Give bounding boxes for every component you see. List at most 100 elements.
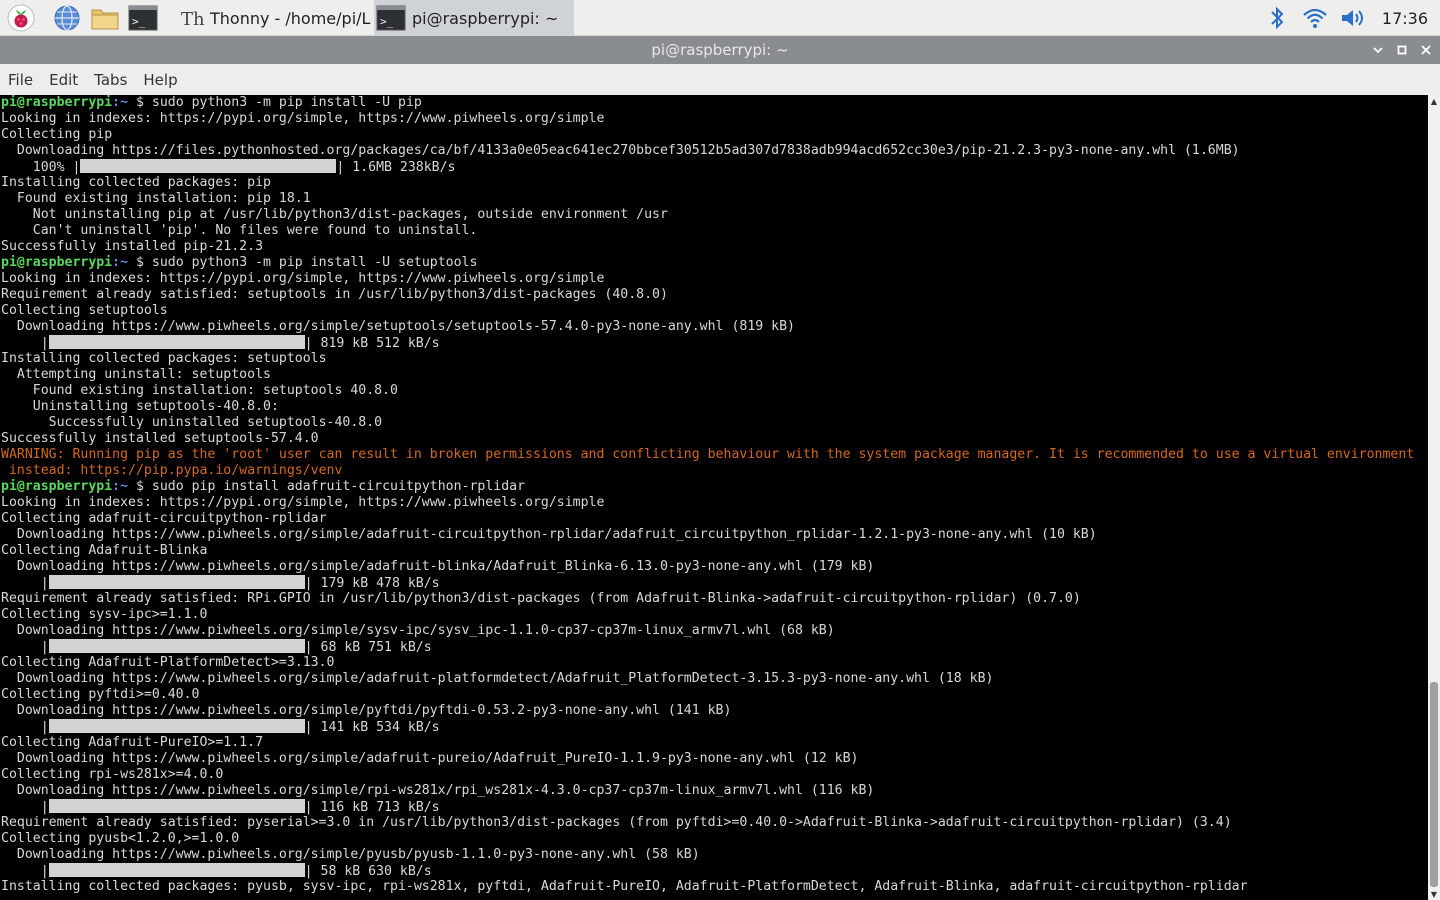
system-tray: 17:36 — [1264, 0, 1440, 36]
progress-line: | | 179 kB 478 kB/s — [1, 575, 1414, 591]
wifi-icon[interactable] — [1302, 5, 1328, 31]
web-browser-icon[interactable] — [52, 3, 82, 33]
task-terminal[interactable]: >_ pi@raspberrypi: ~ — [374, 0, 574, 36]
output-line: Downloading https://files.pythonhosted.o… — [1, 143, 1240, 158]
progress-suffix: | 68 kB 751 kB/s — [304, 640, 432, 655]
bluetooth-icon[interactable] — [1264, 5, 1290, 31]
menu-edit[interactable]: Edit — [41, 71, 86, 89]
progress-line: | | 58 kB 630 kB/s — [1, 863, 1414, 879]
progress-suffix: | 179 kB 478 kB/s — [304, 576, 440, 591]
progress-prefix: | — [1, 336, 49, 351]
output-line: Collecting Adafruit-Blinka — [1, 543, 208, 558]
svg-text:Th: Th — [181, 9, 204, 30]
progress-bar — [48, 799, 305, 813]
warning-line: instead: https://pip.pypa.io/warnings/ve… — [1, 463, 343, 478]
raspberry-pi-menu-icon[interactable] — [6, 3, 36, 33]
output-line: Requirement already satisfied: pyserial>… — [1, 815, 1232, 830]
output-line: Collecting pyusb<1.2.0,>=1.0.0 — [1, 831, 240, 846]
terminal-lines: pi@raspberrypi:~ $ sudo python3 -m pip i… — [1, 95, 1414, 895]
task-terminal-label: pi@raspberrypi: ~ — [412, 8, 559, 28]
output-line: Downloading https://www.piwheels.org/sim… — [1, 623, 835, 638]
progress-bar — [48, 575, 305, 589]
task-thonny-label: Thonny - /home/pi/L... — [210, 8, 372, 28]
output-line: Downloading https://www.piwheels.org/sim… — [1, 847, 700, 862]
output-line: Collecting Adafruit-PlatformDetect>=3.13… — [1, 655, 335, 670]
task-thonny[interactable]: Th Thonny - /home/pi/L... — [174, 0, 372, 36]
minimize-button[interactable] — [1368, 36, 1388, 64]
progress-line: 100% | | 1.6MB 238kB/s — [1, 159, 1414, 175]
progress-suffix: | 819 kB 512 kB/s — [304, 336, 440, 351]
output-line: Attempting uninstall: setuptools — [1, 367, 271, 382]
prompt-symbol: $ — [128, 95, 152, 110]
output-line: Installing collected packages: pyusb, sy… — [1, 879, 1248, 894]
prompt-path: :~ — [112, 255, 129, 270]
output-line: Downloading https://www.piwheels.org/sim… — [1, 751, 859, 766]
output-line: Downloading https://www.piwheels.org/sim… — [1, 783, 875, 798]
maximize-button[interactable] — [1392, 36, 1412, 64]
progress-suffix: | 141 kB 534 kB/s — [304, 720, 440, 735]
output-line: Successfully uninstalled setuptools-40.8… — [1, 415, 383, 430]
output-line: Downloading https://www.piwheels.org/sim… — [1, 559, 875, 574]
output-line: Looking in indexes: https://pypi.org/sim… — [1, 495, 605, 510]
output-line: Not uninstalling pip at /usr/lib/python3… — [1, 207, 668, 222]
progress-prefix: | — [1, 800, 49, 815]
command-text: sudo python3 -m pip install -U setuptool… — [151, 255, 478, 270]
output-line: Downloading https://www.piwheels.org/sim… — [1, 671, 994, 686]
progress-suffix: | 58 kB 630 kB/s — [304, 864, 432, 879]
progress-bar — [80, 159, 337, 173]
file-manager-icon[interactable] — [90, 3, 120, 33]
output-line: Collecting rpi-ws281x>=4.0.0 — [1, 767, 224, 782]
progress-bar — [48, 335, 305, 349]
progress-prefix: | — [1, 576, 49, 591]
output-line: Collecting Adafruit-PureIO>=1.1.7 — [1, 735, 264, 750]
output-line: Collecting pyftdi>=0.40.0 — [1, 687, 200, 702]
menu-file[interactable]: File — [0, 71, 41, 89]
taskbar: >_ Th Thonny - /home/pi/L... >_ pi@raspb… — [0, 0, 1440, 36]
output-line: Downloading https://www.piwheels.org/sim… — [1, 527, 1097, 542]
prompt-user: pi@raspberrypi — [1, 255, 113, 270]
output-line: Collecting sysv-ipc>=1.1.0 — [1, 607, 208, 622]
output-line: Downloading https://www.piwheels.org/sim… — [1, 703, 732, 718]
command-text: sudo python3 -m pip install -U pip — [151, 95, 422, 110]
progress-bar — [48, 639, 305, 653]
scrollbar[interactable]: ▲ ▼ — [1428, 95, 1440, 900]
command-line: pi@raspberrypi:~ $ sudo python3 -m pip i… — [1, 255, 1414, 271]
window-titlebar[interactable]: pi@raspberrypi: ~ — [0, 36, 1440, 64]
svg-text:>_: >_ — [380, 15, 394, 28]
scroll-down-arrow-icon[interactable]: ▼ — [1428, 888, 1440, 900]
menu-help[interactable]: Help — [135, 71, 185, 89]
progress-prefix: | — [1, 720, 49, 735]
prompt-user: pi@raspberrypi — [1, 479, 113, 494]
close-button[interactable] — [1416, 36, 1436, 64]
output-line: Successfully installed pip-21.2.3 — [1, 239, 264, 254]
progress-prefix: 100% | — [1, 160, 81, 175]
prompt-user: pi@raspberrypi — [1, 95, 113, 110]
scroll-up-arrow-icon[interactable]: ▲ — [1428, 95, 1440, 107]
volume-icon[interactable] — [1340, 5, 1366, 31]
terminal-output[interactable]: pi@raspberrypi:~ $ sudo python3 -m pip i… — [0, 95, 1428, 900]
scrollbar-thumb[interactable] — [1430, 682, 1438, 887]
progress-line: | | 116 kB 713 kB/s — [1, 799, 1414, 815]
progress-prefix: | — [1, 864, 49, 879]
warning-line: WARNING: Running pip as the 'root' user … — [1, 447, 1415, 462]
command-line: pi@raspberrypi:~ $ sudo pip install adaf… — [1, 479, 1414, 495]
terminal-icon: >_ — [376, 5, 406, 31]
prompt-symbol: $ — [128, 255, 152, 270]
progress-bar — [48, 863, 305, 877]
output-line: Requirement already satisfied: setuptool… — [1, 287, 668, 302]
output-line: Collecting setuptools — [1, 303, 168, 318]
terminal-launcher-icon[interactable]: >_ — [128, 3, 158, 33]
output-line: Looking in indexes: https://pypi.org/sim… — [1, 271, 605, 286]
output-line: Found existing installation: pip 18.1 — [1, 191, 311, 206]
prompt-path: :~ — [112, 95, 129, 110]
output-line: Collecting adafruit-circuitpython-rplida… — [1, 511, 327, 526]
command-line: pi@raspberrypi:~ $ sudo python3 -m pip i… — [1, 95, 1414, 111]
output-line: Installing collected packages: setuptool… — [1, 351, 327, 366]
clock[interactable]: 17:36 — [1382, 9, 1428, 28]
progress-suffix: | 1.6MB 238kB/s — [336, 160, 456, 175]
menu-tabs[interactable]: Tabs — [86, 71, 135, 89]
progress-prefix: | — [1, 640, 49, 655]
progress-line: | | 141 kB 534 kB/s — [1, 719, 1414, 735]
close-icon — [1421, 45, 1431, 55]
progress-suffix: | 116 kB 713 kB/s — [304, 800, 440, 815]
